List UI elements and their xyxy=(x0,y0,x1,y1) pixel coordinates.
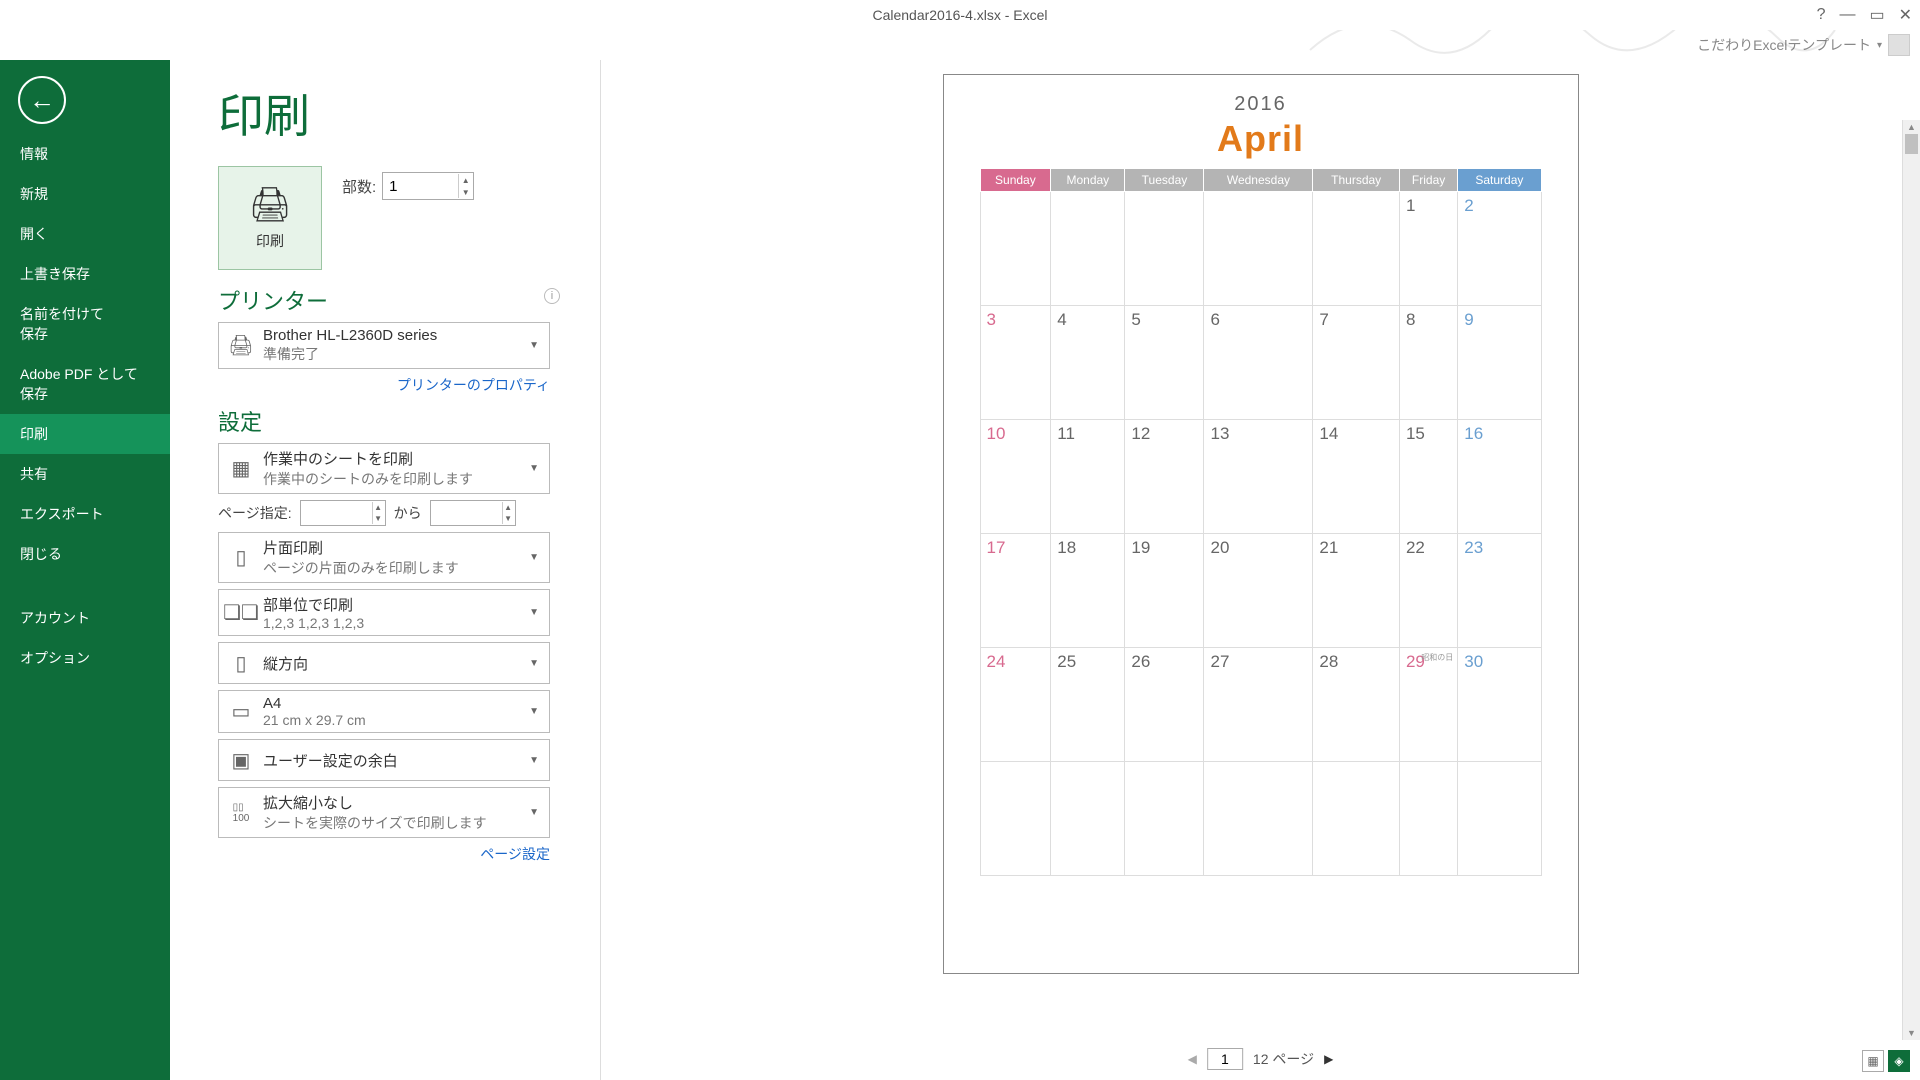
nav-info[interactable]: 情報 xyxy=(0,134,170,174)
settings-heading: 設定 xyxy=(218,405,560,437)
print-what-dropdown[interactable]: ▦ 作業中のシートを印刷作業中のシートのみを印刷します ▼ xyxy=(218,443,550,494)
vertical-scrollbar[interactable]: ▲ ▼ xyxy=(1902,120,1920,1040)
printer-name: Brother HL-L2360D series xyxy=(263,327,525,344)
chevron-down-icon: ▼ xyxy=(525,552,543,563)
close-icon[interactable]: ✕ xyxy=(1899,5,1912,25)
nav-close[interactable]: 閉じる xyxy=(0,534,170,574)
scaling-icon: ▯▯100 xyxy=(225,797,257,829)
window-title: Calendar2016-4.xlsx - Excel xyxy=(872,7,1047,23)
title-bar: Calendar2016-4.xlsx - Excel ? — ▭ ✕ xyxy=(0,0,1920,30)
calendar-table: Sunday Monday Tuesday Wednesday Thursday… xyxy=(980,168,1542,876)
printer-dropdown[interactable]: 🖨 Brother HL-L2360D series 準備完了 ▼ xyxy=(218,322,550,369)
show-margins-button[interactable]: ▦ xyxy=(1862,1050,1884,1072)
current-page-field[interactable] xyxy=(1207,1048,1243,1070)
print-settings-panel: 印刷 🖨 印刷 部数: 1 ▲▼ プリンター i � xyxy=(170,60,600,1080)
user-line: こだわりExcelテンプレート ▾ xyxy=(0,30,1920,60)
nav-share[interactable]: 共有 xyxy=(0,454,170,494)
restore-icon[interactable]: ▭ xyxy=(1869,5,1884,25)
chevron-down-icon: ▼ xyxy=(525,463,543,474)
user-menu-arrow-icon[interactable]: ▾ xyxy=(1877,40,1882,51)
chevron-down-icon: ▼ xyxy=(525,340,543,351)
next-page-icon[interactable]: ▶ xyxy=(1324,1052,1333,1066)
nav-adobe-pdf[interactable]: Adobe PDF として 保存 xyxy=(0,354,170,414)
page-title: 印刷 xyxy=(218,80,560,146)
nav-export[interactable]: エクスポート xyxy=(0,494,170,534)
prev-page-icon[interactable]: ◀ xyxy=(1188,1052,1197,1066)
printer-icon: 🖨 xyxy=(248,185,291,225)
page-from-stepper[interactable]: ▲▼ xyxy=(300,500,386,526)
paper-icon: ▭ xyxy=(225,696,257,728)
margins-icon: ▣ xyxy=(225,744,257,776)
total-pages: 12 ページ xyxy=(1253,1049,1314,1069)
copies-label: 部数: xyxy=(342,176,376,197)
print-button-label: 印刷 xyxy=(256,231,284,251)
printer-status: 準備完了 xyxy=(263,344,525,364)
page-range-label: ページ指定: xyxy=(218,503,292,523)
info-icon[interactable]: i xyxy=(544,288,560,304)
printer-device-icon: 🖨 xyxy=(225,330,257,362)
day-header-wed: Wednesday xyxy=(1204,169,1313,192)
avatar[interactable] xyxy=(1888,34,1910,56)
scrollbar-thumb[interactable] xyxy=(1905,134,1918,154)
paper-size-dropdown[interactable]: ▭ A421 cm x 29.7 cm ▼ xyxy=(218,690,550,733)
sides-dropdown[interactable]: ▯ 片面印刷ページの片面のみを印刷します ▼ xyxy=(218,532,550,583)
chevron-down-icon[interactable]: ▼ xyxy=(458,186,472,198)
nav-print[interactable]: 印刷 xyxy=(0,414,170,454)
day-header-sun: Sunday xyxy=(980,169,1051,192)
help-icon[interactable]: ? xyxy=(1817,6,1826,24)
collate-icon: ❏❏ xyxy=(225,597,257,629)
day-header-thu: Thursday xyxy=(1313,169,1400,192)
calendar-month: April xyxy=(980,118,1542,160)
holiday-label: 昭和の日 xyxy=(1421,652,1453,663)
scroll-down-icon[interactable]: ▼ xyxy=(1903,1026,1920,1040)
page-to-stepper[interactable]: ▲▼ xyxy=(430,500,516,526)
chevron-down-icon: ▼ xyxy=(525,807,543,818)
chevron-up-icon[interactable]: ▲ xyxy=(458,174,472,186)
nav-saveas[interactable]: 名前を付けて 保存 xyxy=(0,294,170,354)
zoom-controls: ▦ ◈ xyxy=(1862,1050,1910,1072)
printer-heading: プリンター i xyxy=(218,284,560,316)
calendar-year: 2016 xyxy=(980,93,1542,116)
nav-options[interactable]: オプション xyxy=(0,638,170,678)
print-button[interactable]: 🖨 印刷 xyxy=(218,166,322,270)
page-setup-link[interactable]: ページ設定 xyxy=(218,844,550,864)
nav-new[interactable]: 新規 xyxy=(0,174,170,214)
arrow-left-icon: ← xyxy=(29,85,55,116)
chevron-down-icon: ▼ xyxy=(525,607,543,618)
one-sided-icon: ▯ xyxy=(225,542,257,574)
copies-value: 1 xyxy=(389,178,397,195)
day-header-fri: Friday xyxy=(1399,169,1457,192)
minimize-icon[interactable]: — xyxy=(1839,6,1855,24)
zoom-to-page-button[interactable]: ◈ xyxy=(1888,1050,1910,1072)
collate-dropdown[interactable]: ❏❏ 部単位で印刷1,2,3 1,2,3 1,2,3 ▼ xyxy=(218,589,550,636)
nav-account[interactable]: アカウント xyxy=(0,598,170,638)
page-navigator: ◀ 12 ページ ▶ xyxy=(1188,1048,1334,1070)
sheets-icon: ▦ xyxy=(225,453,257,485)
preview-page: 2016 April Sunday Monday Tuesday Wednesd… xyxy=(943,74,1579,974)
day-header-mon: Monday xyxy=(1051,169,1125,192)
back-button[interactable]: ← xyxy=(18,76,66,124)
nav-save[interactable]: 上書き保存 xyxy=(0,254,170,294)
backstage-sidebar: ← 情報 新規 開く 上書き保存 名前を付けて 保存 Adobe PDF として… xyxy=(0,60,170,1080)
margins-dropdown[interactable]: ▣ ユーザー設定の余白 ▼ xyxy=(218,739,550,781)
nav-open[interactable]: 開く xyxy=(0,214,170,254)
printer-properties-link[interactable]: プリンターのプロパティ xyxy=(218,375,550,395)
scaling-dropdown[interactable]: ▯▯100 拡大縮小なしシートを実際のサイズで印刷します ▼ xyxy=(218,787,550,838)
chevron-down-icon: ▼ xyxy=(525,755,543,766)
chevron-down-icon: ▼ xyxy=(525,706,543,717)
user-label[interactable]: こだわりExcelテンプレート xyxy=(1697,35,1871,55)
orientation-dropdown[interactable]: ▯ 縦方向 ▼ xyxy=(218,642,550,684)
day-header-tue: Tuesday xyxy=(1125,169,1204,192)
page-range-to: から xyxy=(394,503,422,523)
day-header-sat: Saturday xyxy=(1458,169,1541,192)
chevron-down-icon: ▼ xyxy=(525,658,543,669)
portrait-icon: ▯ xyxy=(225,647,257,679)
copies-stepper[interactable]: 1 ▲▼ xyxy=(382,172,474,200)
print-preview: 2016 April Sunday Monday Tuesday Wednesd… xyxy=(601,60,1920,1080)
scroll-up-icon[interactable]: ▲ xyxy=(1903,120,1920,134)
